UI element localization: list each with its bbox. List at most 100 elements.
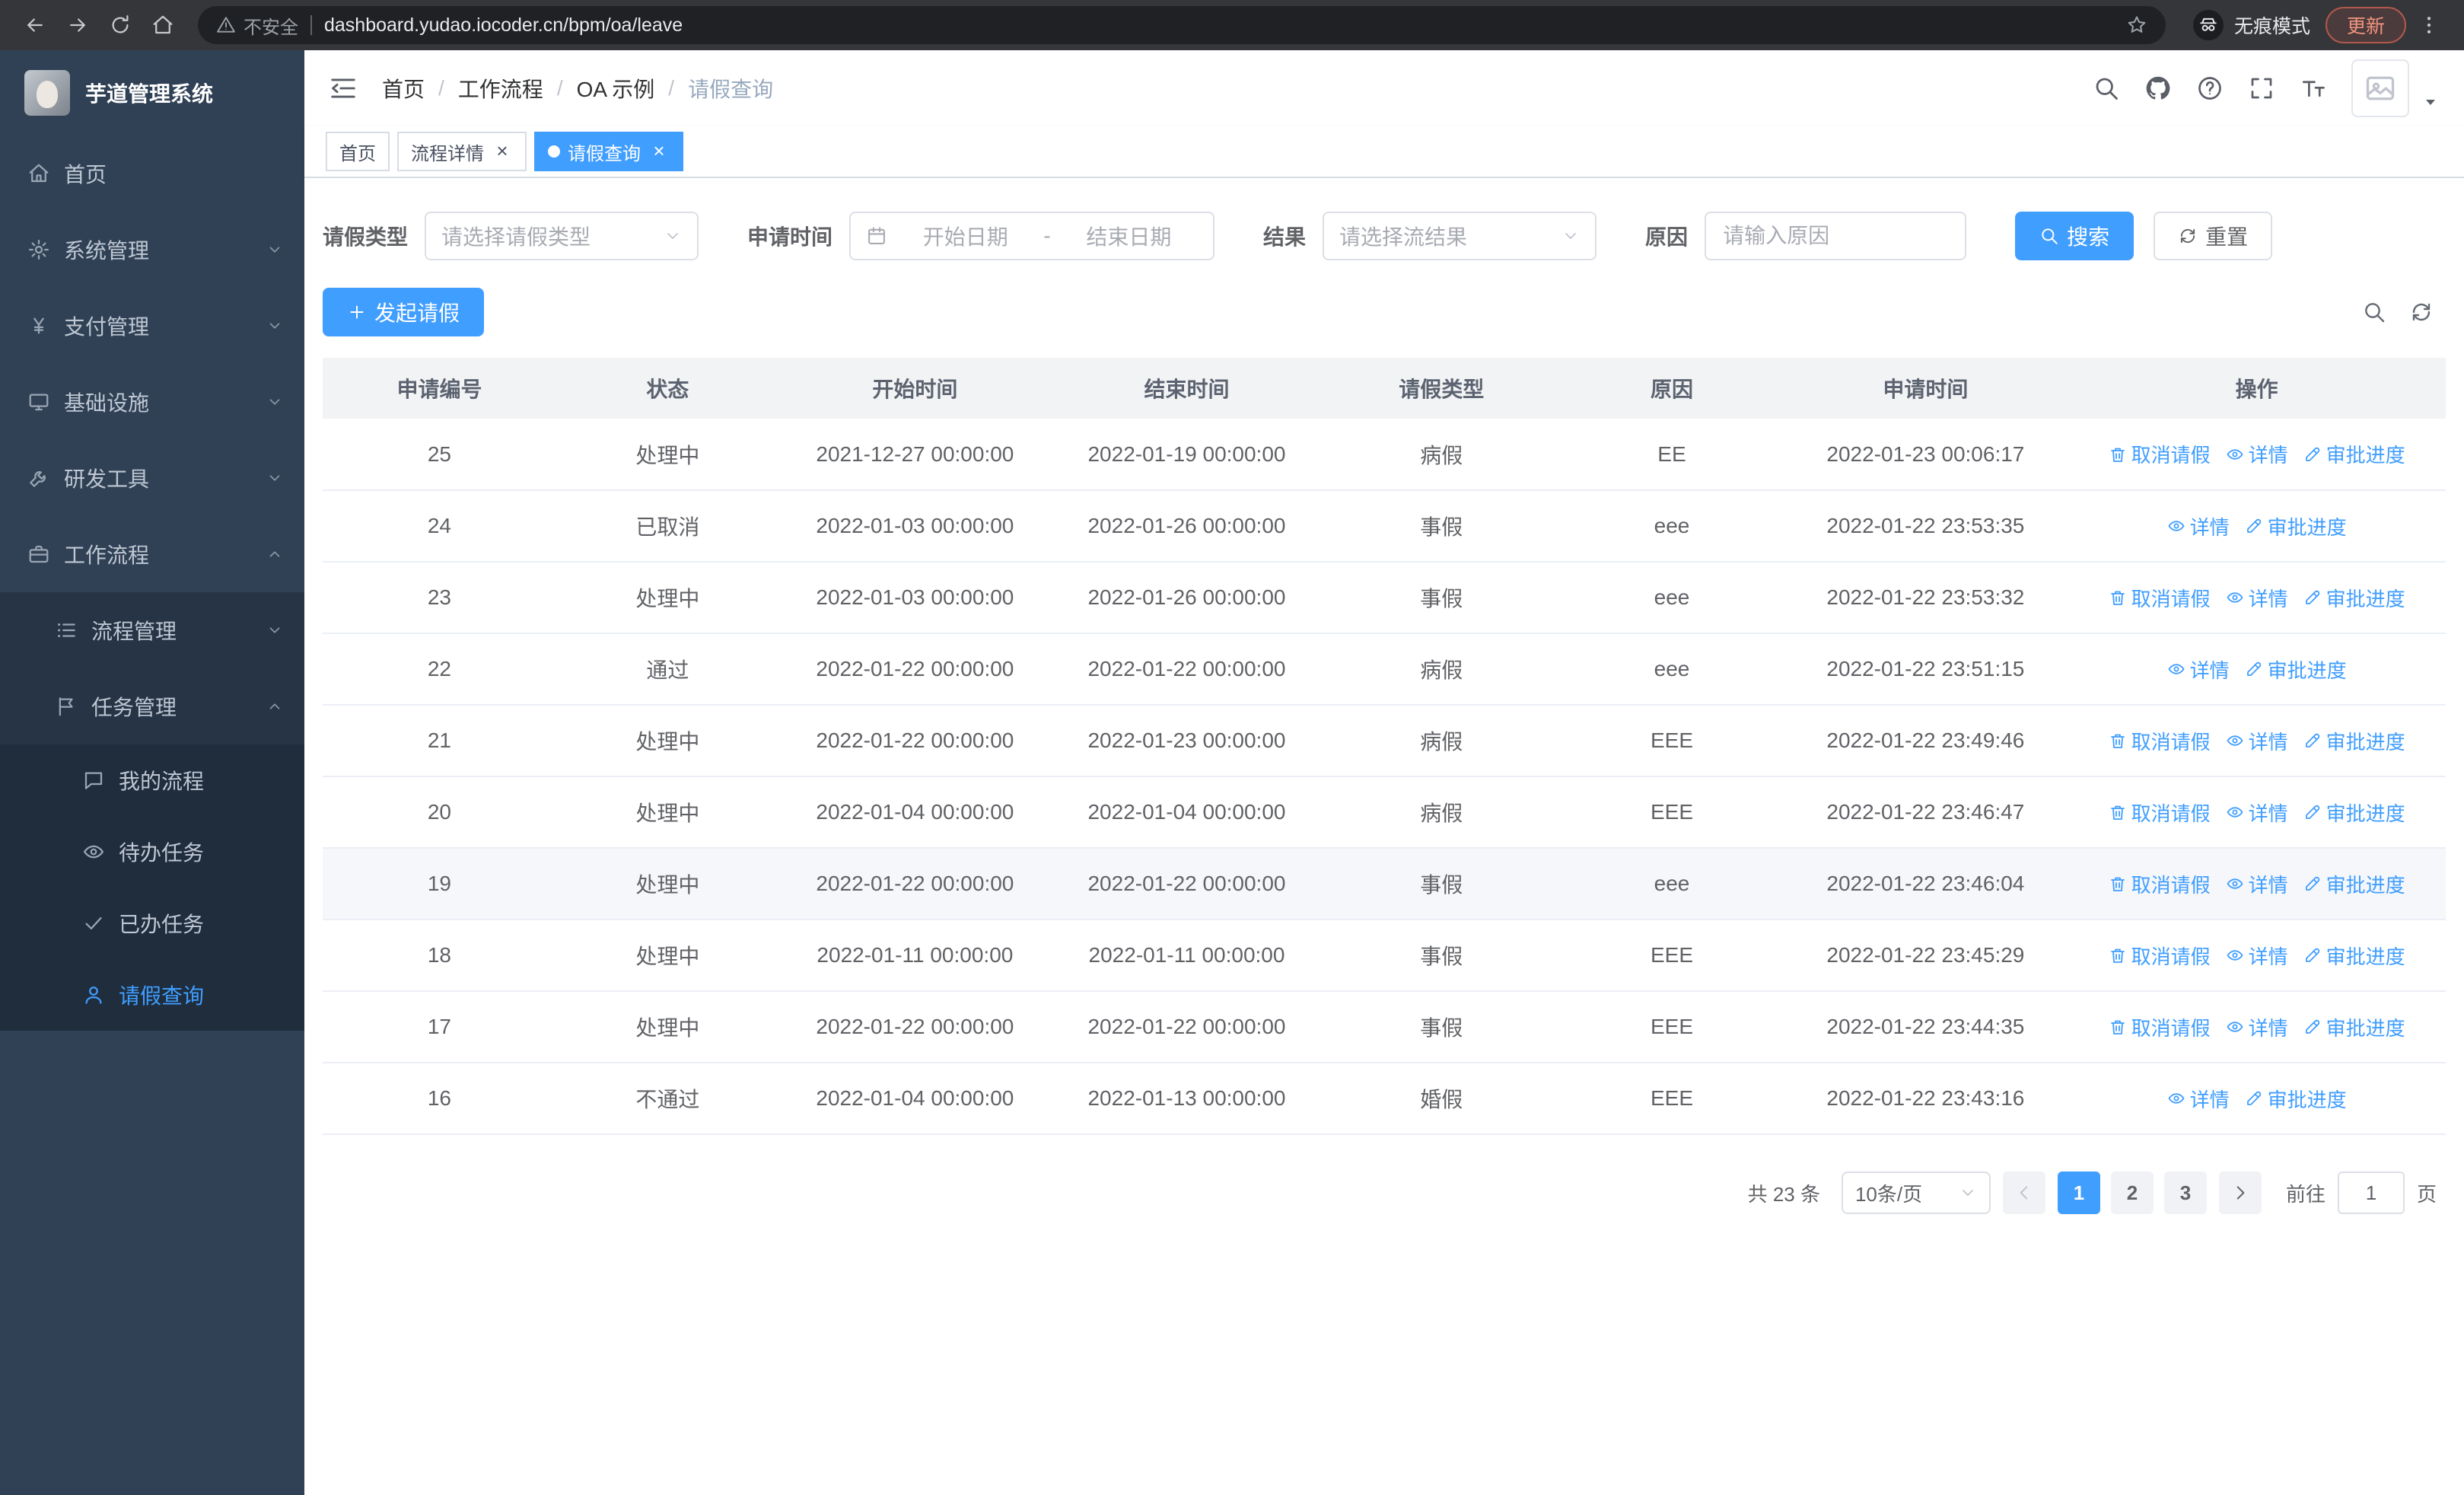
- help-icon[interactable]: [2196, 75, 2224, 102]
- detail-link[interactable]: 详情: [2226, 870, 2288, 898]
- breadcrumb-item[interactable]: 工作流程: [458, 73, 543, 104]
- page-button-1[interactable]: 1: [2057, 1171, 2100, 1214]
- progress-link[interactable]: 审批进度: [2303, 799, 2405, 827]
- tab-process-detail[interactable]: 流程详情 ×: [397, 132, 527, 171]
- reset-button[interactable]: 重置: [2154, 212, 2273, 260]
- cancel-link[interactable]: 取消请假: [2109, 584, 2211, 612]
- back-button[interactable]: [15, 5, 55, 45]
- toggle-search-icon[interactable]: [2362, 300, 2386, 324]
- sidebar-item-label: 系统管理: [64, 239, 150, 263]
- detail-link[interactable]: 详情: [2226, 584, 2288, 612]
- progress-link[interactable]: 审批进度: [2303, 584, 2405, 612]
- sidebar-item-label: 已办任务: [119, 913, 205, 936]
- caret-down-icon[interactable]: [2421, 93, 2440, 111]
- cell-start: 2022-01-22 00:00:00: [778, 991, 1051, 1063]
- page-button-3[interactable]: 3: [2163, 1171, 2207, 1214]
- address-bar[interactable]: 不安全 dashboard.yudao.iocoder.cn/bpm/oa/le…: [198, 6, 2166, 44]
- sidebar-item-workflow[interactable]: 工作流程: [0, 516, 304, 592]
- sidebar-item-home[interactable]: 首页: [0, 135, 304, 212]
- forward-button[interactable]: [58, 5, 97, 45]
- action-label: 审批进度: [2326, 444, 2405, 467]
- progress-link[interactable]: 审批进度: [2245, 655, 2347, 684]
- cell-start: 2022-01-03 00:00:00: [778, 562, 1051, 634]
- sidebar-item-payment-mgmt[interactable]: 支付管理: [0, 288, 304, 364]
- progress-link[interactable]: 审批进度: [2303, 440, 2405, 468]
- detail-link[interactable]: 详情: [2167, 1085, 2230, 1113]
- cancel-link[interactable]: 取消请假: [2109, 942, 2211, 970]
- home-button[interactable]: [143, 5, 183, 45]
- fullscreen-icon[interactable]: [2248, 75, 2275, 102]
- tab-label: 流程详情: [411, 143, 484, 164]
- sidebar-item-todo-tasks[interactable]: 待办任务: [0, 816, 304, 888]
- prev-page-button[interactable]: [2002, 1171, 2045, 1214]
- leave-type-select[interactable]: 请选择请假类型: [425, 212, 699, 260]
- sidebar-item-my-process[interactable]: 我的流程: [0, 744, 304, 816]
- sidebar-item-label: 工作流程: [64, 543, 150, 567]
- github-icon[interactable]: [2144, 75, 2172, 102]
- action-label: 审批进度: [2326, 945, 2405, 968]
- close-icon[interactable]: ×: [648, 141, 670, 162]
- update-button[interactable]: 更新: [2325, 7, 2406, 43]
- sidebar-item-process-mgmt[interactable]: 流程管理: [0, 592, 304, 668]
- column-header: 请假类型: [1323, 358, 1561, 419]
- progress-link[interactable]: 审批进度: [2303, 942, 2405, 970]
- next-page-button[interactable]: [2218, 1171, 2262, 1214]
- progress-link[interactable]: 审批进度: [2303, 870, 2405, 898]
- tab-leave-query[interactable]: 请假查询 ×: [534, 132, 683, 171]
- breadcrumb-item[interactable]: OA 示例: [577, 73, 655, 104]
- cell-id: 22: [323, 633, 556, 706]
- cancel-link[interactable]: 取消请假: [2109, 870, 2211, 898]
- sidebar-item-system-mgmt[interactable]: 系统管理: [0, 212, 304, 288]
- search-icon[interactable]: [2093, 75, 2120, 102]
- goto-page-input[interactable]: [2337, 1171, 2405, 1214]
- table-row: 17 处理中 2022-01-22 00:00:00 2022-01-22 00:00…: [323, 991, 2446, 1063]
- security-warning[interactable]: 不安全: [216, 12, 298, 39]
- detail-link[interactable]: 详情: [2226, 942, 2288, 970]
- bookmark-star-icon[interactable]: [2126, 14, 2147, 36]
- progress-link[interactable]: 审批进度: [2245, 512, 2347, 540]
- cell-start: 2022-01-22 00:00:00: [778, 705, 1051, 777]
- progress-link[interactable]: 审批进度: [2245, 1085, 2347, 1113]
- sidebar-item-task-mgmt[interactable]: 任务管理: [0, 668, 304, 744]
- close-icon[interactable]: ×: [492, 141, 513, 162]
- page-size-select[interactable]: 10条/页: [1841, 1171, 1991, 1214]
- progress-link[interactable]: 审批进度: [2303, 727, 2405, 755]
- sidebar-item-dev-tools[interactable]: 研发工具: [0, 440, 304, 516]
- create-leave-button[interactable]: 发起请假: [323, 288, 485, 336]
- tab-label: 首页: [339, 143, 376, 164]
- sidebar-item-done-tasks[interactable]: 已办任务: [0, 888, 304, 959]
- sidebar-toggle-icon[interactable]: [329, 74, 358, 103]
- column-header: 申请时间: [1783, 358, 2068, 419]
- cancel-link[interactable]: 取消请假: [2109, 799, 2211, 827]
- font-size-icon[interactable]: [2300, 75, 2327, 102]
- search-button[interactable]: 搜索: [2015, 212, 2135, 260]
- sidebar-item-leave-query[interactable]: 请假查询: [0, 959, 304, 1031]
- refresh-table-icon[interactable]: [2409, 300, 2434, 324]
- reason-input[interactable]: [1705, 212, 1967, 260]
- cell-reason: eee: [1560, 562, 1784, 634]
- detail-link[interactable]: 详情: [2226, 727, 2288, 755]
- detail-link[interactable]: 详情: [2167, 512, 2230, 540]
- apply-time-range-picker[interactable]: 开始日期 - 结束日期: [849, 212, 1215, 260]
- detail-link[interactable]: 详情: [2226, 799, 2288, 827]
- cancel-link[interactable]: 取消请假: [2109, 727, 2211, 755]
- cell-end: 2022-01-13 00:00:00: [1050, 1063, 1323, 1135]
- result-select[interactable]: 请选择流结果: [1323, 212, 1597, 260]
- progress-link[interactable]: 审批进度: [2303, 1013, 2405, 1041]
- reload-button[interactable]: [100, 5, 140, 45]
- detail-link[interactable]: 详情: [2167, 655, 2230, 684]
- cell-reason: EEE: [1560, 705, 1784, 777]
- browser-menu-icon[interactable]: [2409, 5, 2449, 45]
- detail-link[interactable]: 详情: [2226, 440, 2288, 468]
- detail-link[interactable]: 详情: [2226, 1013, 2288, 1041]
- page-button-2[interactable]: 2: [2110, 1171, 2154, 1214]
- avatar[interactable]: [2351, 59, 2409, 117]
- sidebar-item-infrastructure[interactable]: 基础设施: [0, 364, 304, 440]
- cancel-link[interactable]: 取消请假: [2109, 1013, 2211, 1041]
- app-logo[interactable]: 芋道管理系统: [0, 50, 304, 135]
- tab-home[interactable]: 首页: [326, 132, 390, 171]
- cancel-link[interactable]: 取消请假: [2109, 440, 2211, 468]
- breadcrumb-item[interactable]: 首页: [382, 73, 425, 104]
- app-title: 芋道管理系统: [85, 82, 214, 106]
- chevron-down-icon: [664, 227, 682, 245]
